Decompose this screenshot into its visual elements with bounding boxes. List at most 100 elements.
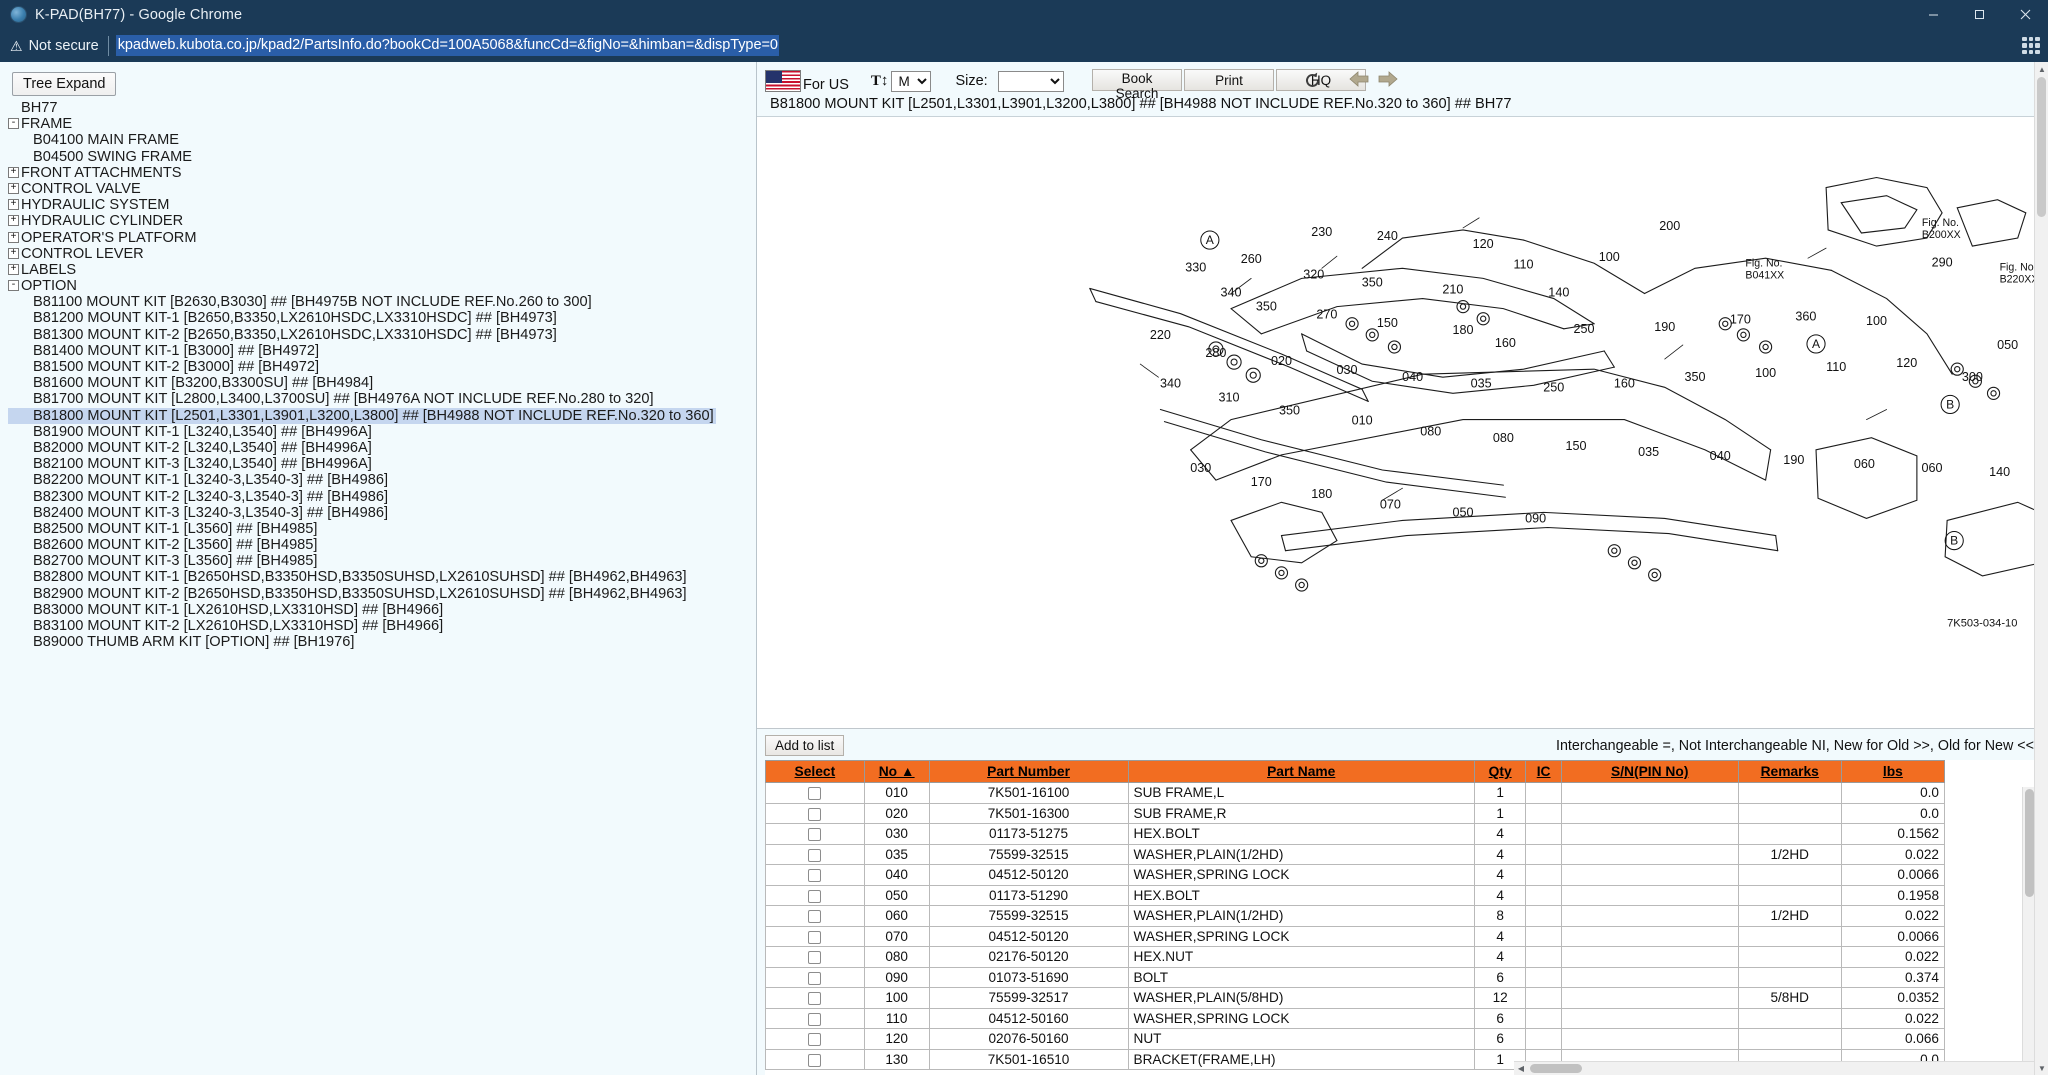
row-select-checkbox[interactable] [808,951,822,965]
figure-callout[interactable]: 110 [1826,360,1846,374]
expand-toggle-icon[interactable]: + [8,199,19,211]
tree-item-1[interactable]: B04100 MAIN FRAME [8,132,756,148]
figure-callout[interactable]: 110 [1513,257,1533,271]
arrow-left-icon[interactable] [1349,71,1369,87]
row-select-checkbox[interactable] [808,848,822,862]
row-select-checkbox[interactable] [808,807,822,821]
figure-callout[interactable]: 320 [1303,267,1324,281]
figure-callout[interactable]: 100 [1866,314,1887,328]
tree-item-13[interactable]: B81300 MOUNT KIT-2 [B2650,B3350,LX2610HS… [8,327,756,343]
row-select-checkbox[interactable] [808,1012,822,1026]
figure-callout[interactable]: 240 [1377,229,1398,243]
tree-item-2[interactable]: B04500 SWING FRAME [8,149,756,165]
table-row[interactable]: 040 04512-50120 WASHER,SPRING LOCK 4 0.0066 [765,864,1946,886]
table-row[interactable]: 020 7K501-16300 SUB FRAME,R 1 0.0 [765,802,1946,824]
row-select-checkbox[interactable] [808,910,822,924]
tree-item-8[interactable]: + CONTROL LEVER [8,246,756,262]
figure-callout[interactable]: 050 [1997,338,2018,352]
table-row[interactable]: 030 01173-51275 HEX.BOLT 4 0.1562 [765,823,1946,845]
figure-callout[interactable]: 090 [1525,511,1546,525]
figure-callout[interactable]: 250 [1574,322,1595,336]
tree-item-0[interactable]: - FRAME [8,116,756,132]
figure-callout[interactable]: 260 [1241,252,1262,266]
figure-callout[interactable]: 070 [1380,497,1401,511]
print-button[interactable]: Print [1184,69,1274,91]
url-text[interactable]: kpadweb.kubota.co.jp/kpad2/PartsInfo.do?… [115,35,779,56]
cell-select[interactable] [765,925,865,947]
tree-item-24[interactable]: B82400 MOUNT KIT-3 [L3240-3,L3540-3] ## … [8,505,756,521]
figure-callout[interactable]: 160 [1614,376,1635,390]
tree-item-4[interactable]: + CONTROL VALVE [8,181,756,197]
table-row[interactable]: 070 04512-50120 WASHER,SPRING LOCK 4 0.0066 [765,925,1946,947]
cell-select[interactable] [765,966,865,988]
tree-item-23[interactable]: B82300 MOUNT KIT-2 [L3240-3,L3540-3] ## … [8,489,756,505]
row-select-checkbox[interactable] [808,869,822,883]
column-header-part-number[interactable]: Part Number [928,760,1129,783]
page-scroll-thumb[interactable] [2037,77,2046,217]
scroll-left-icon[interactable]: ◀ [1514,1062,1528,1075]
figure-callout[interactable]: 060 [1854,457,1875,471]
tree-root[interactable]: BH77 [8,100,756,116]
maximize-button[interactable] [1956,0,2002,29]
figure-callout[interactable]: 190 [1654,320,1675,334]
tree-item-10[interactable]: - OPTION [8,278,756,294]
figure-callout[interactable]: 100 [1599,250,1620,264]
figure-callout[interactable]: 140 [1989,465,2010,479]
close-button[interactable] [2002,0,2048,29]
cell-select[interactable] [765,1028,865,1050]
tree-item-15[interactable]: B81500 MOUNT KIT-2 [B3000] ## [BH4972] [8,359,756,375]
table-row[interactable]: 110 04512-50160 WASHER,SPRING LOCK 6 0.022 [765,1007,1946,1029]
cell-select[interactable] [765,1007,865,1029]
column-header-select[interactable]: Select [765,760,865,783]
tree-item-3[interactable]: + FRONT ATTACHMENTS [8,165,756,181]
row-select-checkbox[interactable] [808,971,822,985]
add-to-list-button[interactable]: Add to list [765,735,845,756]
expand-toggle-icon[interactable]: + [8,247,19,259]
figure-drawing-area[interactable]: A A B B 230 240 200 120 110 100 330 260 320 350 21… [757,117,2048,729]
figure-callout[interactable]: 120 [1896,356,1917,370]
figure-callout[interactable]: 350 [1279,404,1300,418]
row-select-checkbox[interactable] [808,1053,822,1067]
tree-item-18[interactable]: B81800 MOUNT KIT [L2501,L3301,L3901,L320… [8,407,716,424]
tree-item-7[interactable]: + OPERATOR'S PLATFORM [8,230,756,246]
tree-item-27[interactable]: B82700 MOUNT KIT-3 [L3560] ## [BH4985] [8,553,756,569]
table-row[interactable]: 100 75599-32517 WASHER,PLAIN(5/8HD) 12 5/8HD… [765,987,1946,1009]
cell-select[interactable] [765,946,865,968]
tree-item-12[interactable]: B81200 MOUNT KIT-1 [B2650,B3350,LX2610HS… [8,310,756,326]
cell-select[interactable] [765,823,865,845]
figure-callout[interactable]: 350 [1256,300,1277,314]
figure-callout[interactable]: 360 [1795,310,1816,324]
tree-item-31[interactable]: B83100 MOUNT KIT-2 [LX2610HSD,LX3310HSD]… [8,618,756,634]
row-select-checkbox[interactable] [808,889,822,903]
tree-item-22[interactable]: B82200 MOUNT KIT-1 [L3240-3,L3540-3] ## … [8,472,756,488]
expand-toggle-icon[interactable]: + [8,166,19,178]
arrow-right-icon[interactable] [1378,71,1398,87]
row-select-checkbox[interactable] [808,787,822,801]
column-header-ic[interactable]: IC [1525,760,1562,783]
cell-select[interactable] [765,802,865,824]
security-indicator[interactable]: ⚠ Not secure [10,38,99,54]
collapse-toggle-icon[interactable]: - [8,280,19,292]
tree-item-29[interactable]: B82900 MOUNT KIT-2 [B2650HSD,B3350HSD,B3… [8,586,756,602]
figure-callout[interactable]: 200 [1659,219,1680,233]
tree-expand-button[interactable]: Tree Expand [12,72,117,96]
text-size-select[interactable]: M [891,70,932,92]
figure-callout[interactable]: 210 [1442,283,1463,297]
row-select-checkbox[interactable] [808,828,822,842]
expand-toggle-icon[interactable]: + [8,215,19,227]
size-select[interactable] [997,70,1064,92]
figure-callout[interactable]: 170 [1730,313,1751,327]
figure-callout[interactable]: 030 [1337,363,1358,377]
figure-callout[interactable]: 280 [1205,346,1226,360]
book-search-button[interactable]: Book Search [1092,69,1182,101]
tree-item-25[interactable]: B82500 MOUNT KIT-1 [L3560] ## [BH4985] [8,521,756,537]
horizontal-scrollbar[interactable]: ◀ ▶ [1514,1061,2048,1075]
cell-select[interactable] [765,1048,865,1070]
figure-callout[interactable]: 230 [1311,225,1332,239]
figure-callout[interactable]: 040 [1402,370,1423,384]
table-row[interactable]: 120 02076-50160 NUT 6 0.066 [765,1028,1946,1050]
figure-callout[interactable]: 060 [1922,461,1943,475]
figure-callout[interactable]: 250 [1543,380,1564,394]
table-row[interactable]: 035 75599-32515 WASHER,PLAIN(1/2HD) 4 1/2HD 0… [765,843,1946,865]
refresh-icon[interactable] [1300,68,1324,92]
